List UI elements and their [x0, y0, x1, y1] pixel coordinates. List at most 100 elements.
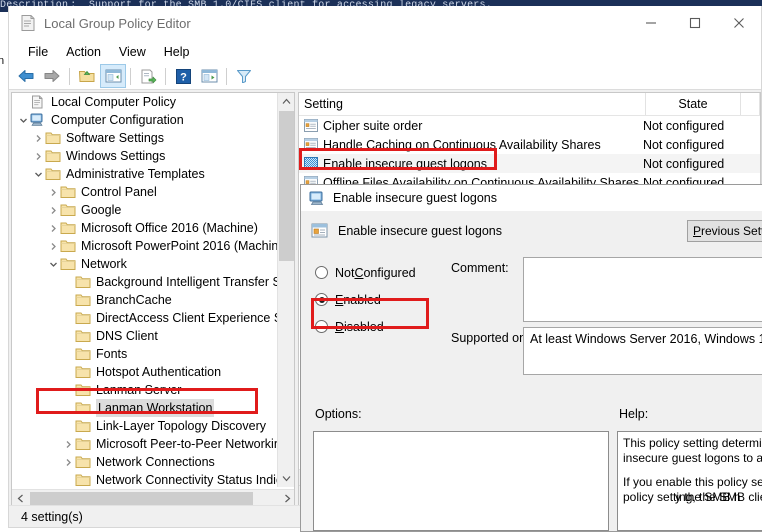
tree-node-administrative-templates[interactable]: Administrative Templates: [12, 165, 278, 183]
chevron-down-icon[interactable]: [46, 255, 60, 273]
tree-node-label: Microsoft Peer-to-Peer Networking Servic…: [96, 435, 278, 453]
policy-state-radio-group: Not Configured Enabled Disabled: [315, 259, 445, 340]
tree-node-network[interactable]: Network: [12, 255, 278, 273]
dialog-titlebar[interactable]: Enable insecure guest logons: [301, 185, 762, 211]
chevron-right-icon[interactable]: [31, 147, 45, 165]
previous-setting-accel: P: [693, 224, 701, 238]
tree-node-network-connectivity-status-indicator[interactable]: Network Connectivity Status Indicator: [12, 471, 278, 487]
scroll-up-icon[interactable]: [278, 93, 294, 110]
twist-placeholder: [61, 471, 75, 487]
tree-node-google[interactable]: Google: [12, 201, 278, 219]
computer-icon: [309, 191, 326, 206]
tree-node-fonts[interactable]: Fonts: [12, 345, 278, 363]
tree-node-computer-configuration[interactable]: Computer Configuration: [12, 111, 278, 129]
up-folder-icon[interactable]: [74, 64, 100, 88]
tree-node-software-settings[interactable]: Software Settings: [12, 129, 278, 147]
forward-icon[interactable]: [39, 64, 65, 88]
table-row[interactable]: Handle Caching on Continuous Availabilit…: [299, 135, 760, 154]
previous-setting-button[interactable]: Previous Setti: [687, 220, 762, 242]
chevron-down-icon[interactable]: [16, 111, 30, 129]
table-row[interactable]: Enable insecure guest logonsNot configur…: [299, 154, 760, 173]
menu-item-help[interactable]: Help: [155, 43, 199, 61]
tree-vertical-scrollbar[interactable]: [277, 93, 294, 487]
tree-node-control-panel[interactable]: Control Panel: [12, 183, 278, 201]
tree-node-microsoft-office-2016-machine[interactable]: Microsoft Office 2016 (Machine): [12, 219, 278, 237]
comment-input[interactable]: [523, 257, 762, 322]
console-tree-pane: Local Computer PolicyComputer Configurat…: [11, 92, 295, 508]
tree-scroll-thumb[interactable]: [279, 111, 294, 261]
tree-node-local-computer-policy[interactable]: Local Computer Policy: [12, 93, 278, 111]
help-icon[interactable]: ?: [170, 64, 196, 88]
radio-disabled-indicator[interactable]: [315, 320, 328, 333]
toolbar-separator: [165, 68, 166, 85]
folder-icon: [60, 203, 76, 217]
folder-icon: [75, 347, 91, 361]
close-icon[interactable]: [717, 6, 761, 40]
radio-not-configured-accel: C: [354, 266, 363, 280]
policy-document-icon: [19, 14, 37, 32]
twist-placeholder: [61, 309, 75, 327]
tree-node-dns-client[interactable]: DNS Client: [12, 327, 278, 345]
window-title: Local Group Policy Editor: [44, 16, 191, 31]
menu-item-action[interactable]: Action: [57, 43, 110, 61]
menu-item-view[interactable]: View: [110, 43, 155, 61]
properties-icon[interactable]: [196, 64, 222, 88]
dialog-heading-row: Enable insecure guest logons Previous Se…: [301, 211, 762, 251]
tree-node-directaccess-client-experience-settings[interactable]: DirectAccess Client Experience Settings: [12, 309, 278, 327]
options-panel[interactable]: [313, 431, 609, 531]
radio-not-configured-indicator[interactable]: [315, 266, 328, 279]
toolbar-separator: [130, 68, 131, 85]
tree-node-link-layer-topology-discovery[interactable]: Link-Layer Topology Discovery: [12, 417, 278, 435]
tree-node-microsoft-powerpoint-2016-machine[interactable]: Microsoft PowerPoint 2016 (Machine): [12, 237, 278, 255]
radio-enabled-indicator[interactable]: [315, 293, 328, 306]
scroll-down-icon[interactable]: [278, 470, 295, 487]
folder-icon: [60, 185, 76, 199]
chevron-right-icon[interactable]: [31, 129, 45, 147]
folder-icon: [75, 419, 91, 433]
radio-not-configured[interactable]: Not Configured: [315, 259, 445, 286]
column-header-setting[interactable]: Setting: [299, 93, 646, 115]
toolbar-separator: [69, 68, 70, 85]
setting-state: Not configured: [643, 157, 760, 171]
minimize-icon[interactable]: [629, 6, 673, 40]
maximize-icon[interactable]: [673, 6, 717, 40]
radio-disabled-accel: D: [335, 320, 344, 334]
chevron-right-icon[interactable]: [46, 219, 60, 237]
tree-node-label: Fonts: [96, 345, 127, 363]
window-titlebar[interactable]: Local Group Policy Editor: [9, 6, 761, 40]
help-line-4: policy setting, the SMB clie y the SMB n: [623, 490, 762, 505]
tree-node-network-connections[interactable]: Network Connections: [12, 453, 278, 471]
tree-node-label: Network Connections: [96, 453, 215, 471]
radio-disabled[interactable]: Disabled: [315, 313, 445, 340]
chevron-right-icon[interactable]: [46, 237, 60, 255]
filter-icon[interactable]: [231, 64, 257, 88]
tree-node-lanman-workstation[interactable]: Lanman Workstation: [12, 399, 278, 417]
tree-node-windows-settings[interactable]: Windows Settings: [12, 147, 278, 165]
show-hide-tree-icon[interactable]: [100, 64, 126, 88]
help-panel[interactable]: This policy setting determi insecure gue…: [617, 431, 762, 531]
back-icon[interactable]: [13, 64, 39, 88]
chevron-right-icon[interactable]: [46, 201, 60, 219]
tree-node-hotspot-authentication[interactable]: Hotspot Authentication: [12, 363, 278, 381]
tree-node-microsoft-peer-to-peer-networking-services[interactable]: Microsoft Peer-to-Peer Networking Servic…: [12, 435, 278, 453]
twist-placeholder: [61, 345, 75, 363]
tree-node-background-intelligent-transfer-service[interactable]: Background Intelligent Transfer Service: [12, 273, 278, 291]
chevron-down-icon[interactable]: [31, 165, 45, 183]
tree-node-lanman-server[interactable]: Lanman Server: [12, 381, 278, 399]
chevron-right-icon[interactable]: [46, 183, 60, 201]
menu-item-file[interactable]: File: [19, 43, 57, 61]
tree-node-label: Computer Configuration: [51, 111, 184, 129]
policy-setting-selected-icon: [304, 157, 318, 171]
column-header-state[interactable]: State: [646, 93, 741, 115]
export-list-icon[interactable]: [135, 64, 161, 88]
table-row[interactable]: Cipher suite orderNot configured: [299, 116, 760, 135]
help-paragraph-spacer: [623, 466, 762, 475]
tree-hscroll-thumb[interactable]: [30, 492, 253, 506]
chevron-right-icon[interactable]: [61, 435, 75, 453]
radio-enabled[interactable]: Enabled: [315, 286, 445, 313]
tree-node-label: Lanman Server: [96, 381, 181, 399]
tree-node-branchcache[interactable]: BranchCache: [12, 291, 278, 309]
chevron-right-icon[interactable]: [61, 453, 75, 471]
folder-icon: [60, 239, 76, 253]
dialog-heading: Enable insecure guest logons: [338, 224, 502, 238]
